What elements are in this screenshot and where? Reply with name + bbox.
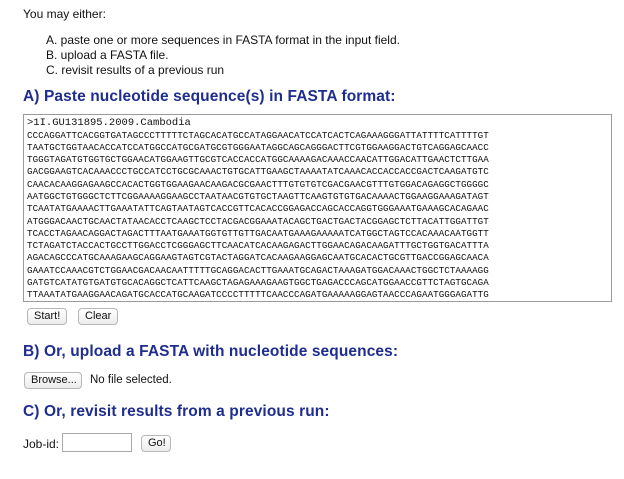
option-b: B. upload a FASTA file. — [46, 48, 169, 62]
go-button[interactable]: Go! — [141, 435, 171, 452]
sequence-line: CCCAGGATTCACGGTGATAGCCCTTTTTCTAGCACATGCC… — [27, 129, 489, 141]
sequence-line: GATGTCATATGTGATGTGCACAGGCTCATTCAAGCTAGAG… — [27, 277, 489, 289]
sequence-line: GAAATCCAAACGTCTGGAACGACAACAATTTTTGCAGGAC… — [27, 264, 489, 276]
file-status: No file selected. — [90, 374, 172, 386]
sequence-line: TCACCTAGAACAGGACTAGACTTTAATGAAATGGTGTTGT… — [27, 227, 489, 239]
section-c-title: C) Or, revisit results from a previous r… — [23, 403, 330, 420]
section-b-title: B) Or, upload a FASTA with nucleotide se… — [23, 343, 399, 360]
start-button[interactable]: Start! — [27, 308, 67, 325]
sequence-line: ATGGGACAACTGCAACTATAACACCTCAAGCTCCTACGAC… — [27, 215, 489, 227]
option-a: A. paste one or more sequences in FASTA … — [46, 33, 400, 47]
job-id-input[interactable] — [62, 433, 132, 452]
sequence-line: GACGGAAGTCACAAACCCTGCCATCCTGCGCAAACTGTGC… — [27, 166, 489, 178]
browse-button[interactable]: Browse... — [24, 372, 82, 389]
sequence-line: AATGGCTGTGGGCTCTTCGGAAAAGGAAGCCTAATAACGT… — [27, 190, 489, 202]
job-id-label: Job-id: — [23, 437, 60, 451]
clear-button[interactable]: Clear — [78, 308, 118, 325]
sequence-line: TGGGTAGATGTGGTGCTGGAACATGGAAGTTGCGTCACCA… — [27, 154, 489, 166]
sequence-line: AGACAGCCCATGCAAAGAAGCAGGAAGTAGTCGTACTAGG… — [27, 252, 489, 264]
intro-text: You may either: — [23, 7, 106, 21]
sequence-line: CAACACAAGGAGAAGCCACACTGGTGGAAGAACAAGACGC… — [27, 178, 489, 190]
option-c: C. revisit results of a previous run — [46, 63, 225, 77]
sequence-line: TCTAGATCTACCACTGCCTTGGACCTCGGGAGCTTCAACA… — [27, 240, 489, 252]
fasta-header-line: >1I.GU131895.2009.Cambodia — [27, 117, 191, 129]
sequence-line: TTAAATATGAAGGAACAGATGCACCATGCAAGATCCCCTT… — [27, 289, 489, 301]
options-list: A. paste one or more sequences in FASTA … — [46, 33, 400, 78]
sequence-textarea[interactable]: >1I.GU131895.2009.Cambodia CCCAGGATTCACG… — [23, 114, 612, 302]
sequence-line: TCAATATGAAAACTTGAAATATTCAGTAATAGTCACCGTT… — [27, 203, 489, 215]
sequence-line: TAATGCTGGTAACACCATCCATGGCCATGCGATGCGTGGG… — [27, 141, 489, 153]
page: You may either: A. paste one or more seq… — [0, 0, 624, 479]
sequence-lines: CCCAGGATTCACGGTGATAGCCCTTTTTCTAGCACATGCC… — [27, 130, 611, 302]
section-a-title: A) Paste nucleotide sequence(s) in FASTA… — [23, 88, 396, 105]
